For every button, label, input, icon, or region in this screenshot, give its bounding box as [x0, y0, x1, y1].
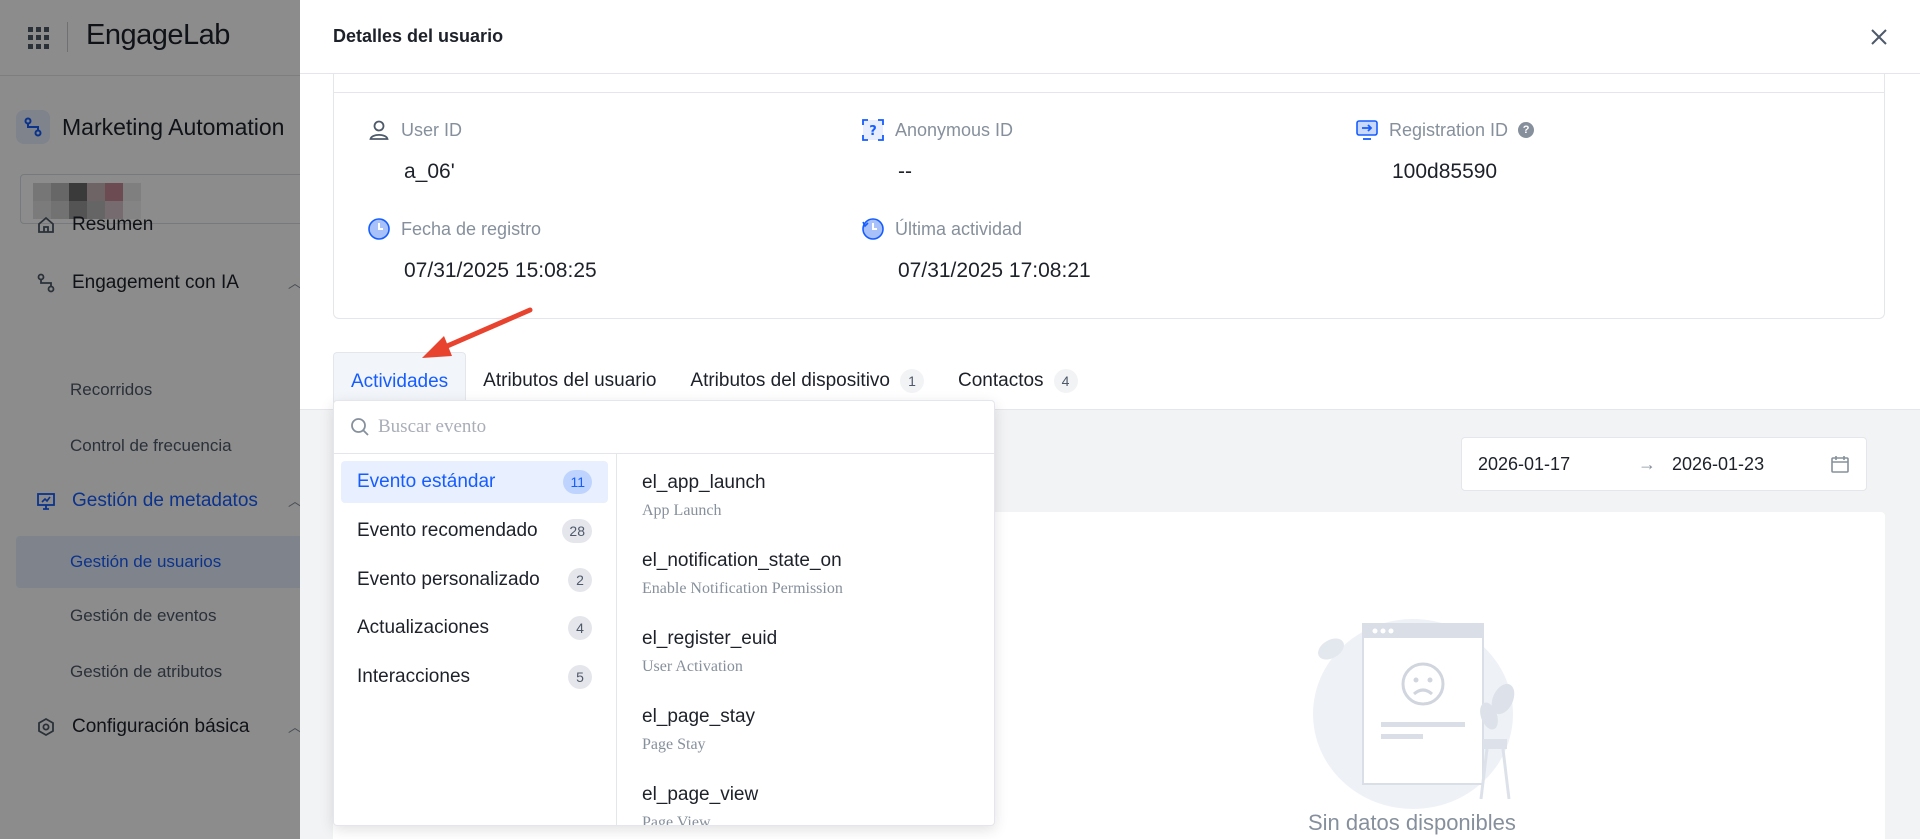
category-evento-estandar[interactable]: Evento estándar 11: [341, 461, 608, 503]
empty-state-illustration: [1313, 619, 1515, 809]
count-badge: 11: [563, 470, 592, 494]
close-icon[interactable]: [1866, 24, 1892, 50]
range-arrow: →: [1638, 453, 1656, 474]
event-name: el_page_stay: [642, 706, 756, 727]
tab-label: Atributos del usuario: [483, 370, 657, 391]
last-activity-value: 07/31/2025 17:08:21: [898, 259, 1091, 282]
event-description: Page View: [642, 814, 711, 826]
device-registration-icon: [1356, 120, 1378, 140]
user-id-value: a_06': [404, 160, 455, 183]
end-date[interactable]: 2026-01-23: [1672, 454, 1830, 475]
registration-id-label: Registration ID: [1389, 119, 1509, 140]
event-name: el_register_euid: [642, 628, 778, 649]
count-badge: 28: [562, 519, 592, 543]
drawer-header: Detalles del usuario: [300, 0, 1920, 74]
registration-date-label: Fecha de registro: [401, 218, 542, 239]
tab-label: Actividades: [351, 370, 449, 392]
anonymous-id-field: ? Anonymous ID --: [861, 118, 1013, 184]
calendar-icon: [1831, 456, 1849, 473]
event-item[interactable]: el_page_view Page View: [642, 784, 759, 826]
clock-icon: [368, 218, 390, 240]
svg-text:?: ?: [869, 124, 877, 139]
tab-label: Atributos del dispositivo: [690, 370, 890, 391]
count-badge: 1: [900, 369, 924, 393]
last-activity-label: Última actividad: [895, 218, 1023, 239]
event-item[interactable]: el_app_launch App Launch: [642, 472, 766, 520]
anonymous-id-icon: ?: [862, 119, 884, 141]
count-badge: 2: [568, 568, 592, 592]
start-date[interactable]: 2026-01-17: [1478, 454, 1638, 475]
date-range-picker[interactable]: 2026-01-17 → 2026-01-23: [1461, 437, 1867, 491]
event-search-bar: [334, 401, 994, 454]
last-activity-field: Última actividad 07/31/2025 17:08:21: [861, 217, 1091, 283]
history-icon: [862, 218, 884, 240]
event-filter-dropdown: Evento estándar 11 Evento recomendado 28…: [333, 400, 995, 826]
count-badge: 4: [568, 616, 592, 640]
empty-state-text: Sin datos disponibles: [1308, 810, 1516, 835]
category-actualizaciones[interactable]: Actualizaciones 4: [341, 607, 608, 649]
anonymous-id-label: Anonymous ID: [895, 119, 1014, 140]
tab-label: Contactos: [958, 370, 1044, 391]
event-description: App Launch: [642, 502, 722, 519]
registration-id-field: Registration ID ? 100d85590: [1355, 118, 1535, 184]
search-icon: [351, 418, 369, 436]
event-search-input[interactable]: [378, 416, 958, 438]
event-category-list: Evento estándar 11 Evento recomendado 28…: [334, 454, 617, 825]
category-evento-personalizado[interactable]: Evento personalizado 2: [341, 559, 608, 601]
event-name: el_page_view: [642, 784, 759, 805]
user-icon: [369, 120, 389, 140]
category-interacciones[interactable]: Interacciones 5: [341, 656, 608, 698]
help-icon[interactable]: ?: [1518, 122, 1535, 138]
event-name: el_app_launch: [642, 472, 766, 493]
event-description: User Activation: [642, 658, 743, 675]
count-badge: 4: [1053, 369, 1078, 393]
category-label: Actualizaciones: [357, 617, 490, 638]
count-badge: 5: [568, 665, 592, 689]
event-item[interactable]: el_register_euid User Activation: [642, 628, 777, 676]
registration-id-value: 100d85590: [1392, 160, 1498, 183]
user-id-label: User ID: [401, 119, 463, 140]
event-item[interactable]: el_page_stay Page Stay: [642, 706, 755, 754]
category-label: Evento recomendado: [357, 520, 538, 541]
category-evento-recomendado[interactable]: Evento recomendado 28: [341, 510, 608, 552]
event-name: el_notification_state_on: [642, 550, 842, 571]
registration-date-field: Fecha de registro 07/31/2025 15:08:25: [367, 217, 597, 283]
drawer-title: Detalles del usuario: [333, 26, 504, 46]
user-id-field: User ID a_06': [367, 118, 462, 184]
anonymous-id-value: --: [898, 160, 912, 183]
category-label: Interacciones: [357, 666, 471, 687]
registration-date-value: 07/31/2025 15:08:25: [404, 259, 597, 282]
event-item[interactable]: el_notification_state_on Enable Notifica…: [642, 550, 843, 598]
event-list: el_app_launch App Launch el_notification…: [618, 454, 994, 826]
category-label: Evento estándar: [357, 471, 496, 492]
event-description: Page Stay: [642, 736, 706, 753]
category-label: Evento personalizado: [357, 569, 540, 590]
event-description: Enable Notification Permission: [642, 580, 843, 597]
user-info-card: User ID a_06' ? Anonymous ID -- Registra…: [333, 74, 1885, 319]
